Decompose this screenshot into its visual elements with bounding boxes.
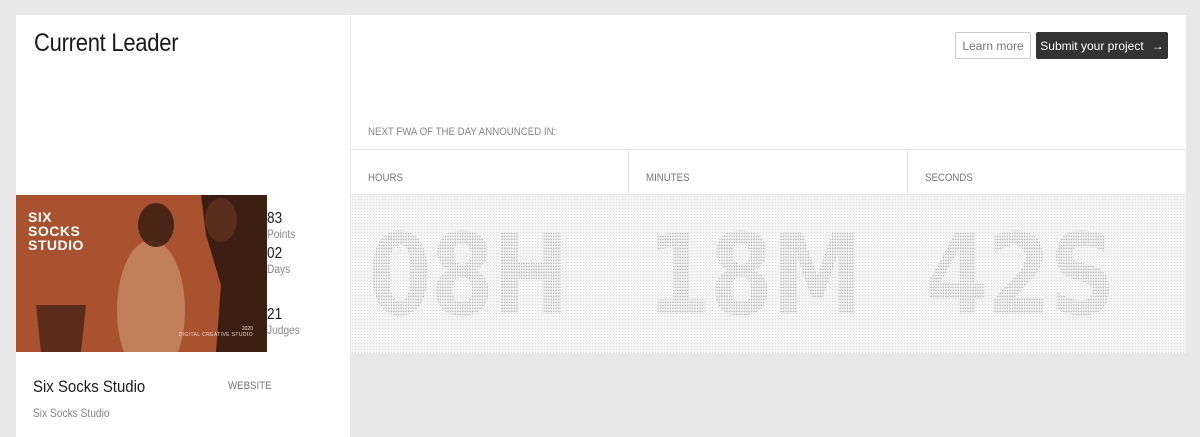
- hours-label: HOURS: [368, 172, 403, 184]
- judges-stat: 21 Judges: [267, 306, 306, 337]
- category-label: WEBSITE: [228, 380, 272, 392]
- points-stat: 83 Points: [267, 210, 300, 241]
- minutes-label: MINUTES: [646, 172, 690, 184]
- countdown-panel: Learn more Submit your project → NEXT FW…: [351, 15, 1186, 353]
- leader-thumbnail[interactable]: SIX SOCKS STUDIO 2020 DIGITAL CREATIVE S…: [16, 195, 267, 352]
- seconds-label: SECONDS: [925, 172, 973, 184]
- leader-info: Six Socks Studio Six Socks Studio WEBSIT…: [16, 353, 350, 437]
- minutes-digits: 18M: [647, 211, 863, 341]
- days-stat: 02 Days: [267, 245, 294, 276]
- studio-name-link[interactable]: Six Socks Studio: [33, 377, 145, 397]
- hours-unit: HOURS: [351, 150, 629, 195]
- countdown-unit-row: HOURS MINUTES SECONDS: [351, 149, 1186, 195]
- arrow-right-icon: →: [1151, 38, 1164, 53]
- submit-project-button[interactable]: Submit your project →: [1036, 32, 1168, 59]
- current-leader-title: Current Leader: [34, 29, 179, 57]
- countdown-display: 08H 18M 42S: [351, 195, 1186, 353]
- minutes-unit: MINUTES: [629, 150, 908, 195]
- seconds-digits: 42S: [925, 211, 1116, 341]
- submit-project-label: Submit your project: [1040, 38, 1144, 53]
- days-value: 02: [267, 245, 283, 262]
- learn-more-button[interactable]: Learn more: [955, 32, 1031, 59]
- announce-label: NEXT FWA OF THE DAY ANNOUNCED IN:: [368, 126, 557, 138]
- thumbnail-subtitle: DIGITAL CREATIVE STUDIO: [178, 332, 253, 338]
- seconds-unit: SECONDS: [908, 150, 1186, 195]
- leader-stats: 83 Points 02 Days 21 Judges: [267, 196, 350, 353]
- days-label: Days: [267, 262, 291, 276]
- studio-credit-link[interactable]: Six Socks Studio: [33, 406, 110, 420]
- points-value: 83: [267, 210, 283, 227]
- judges-label: Judges: [267, 323, 300, 337]
- points-label: Points: [267, 227, 296, 241]
- hours-digits: 08H: [368, 211, 569, 341]
- thumbnail-logo: SIX SOCKS STUDIO: [28, 209, 84, 253]
- judges-value: 21: [267, 306, 283, 323]
